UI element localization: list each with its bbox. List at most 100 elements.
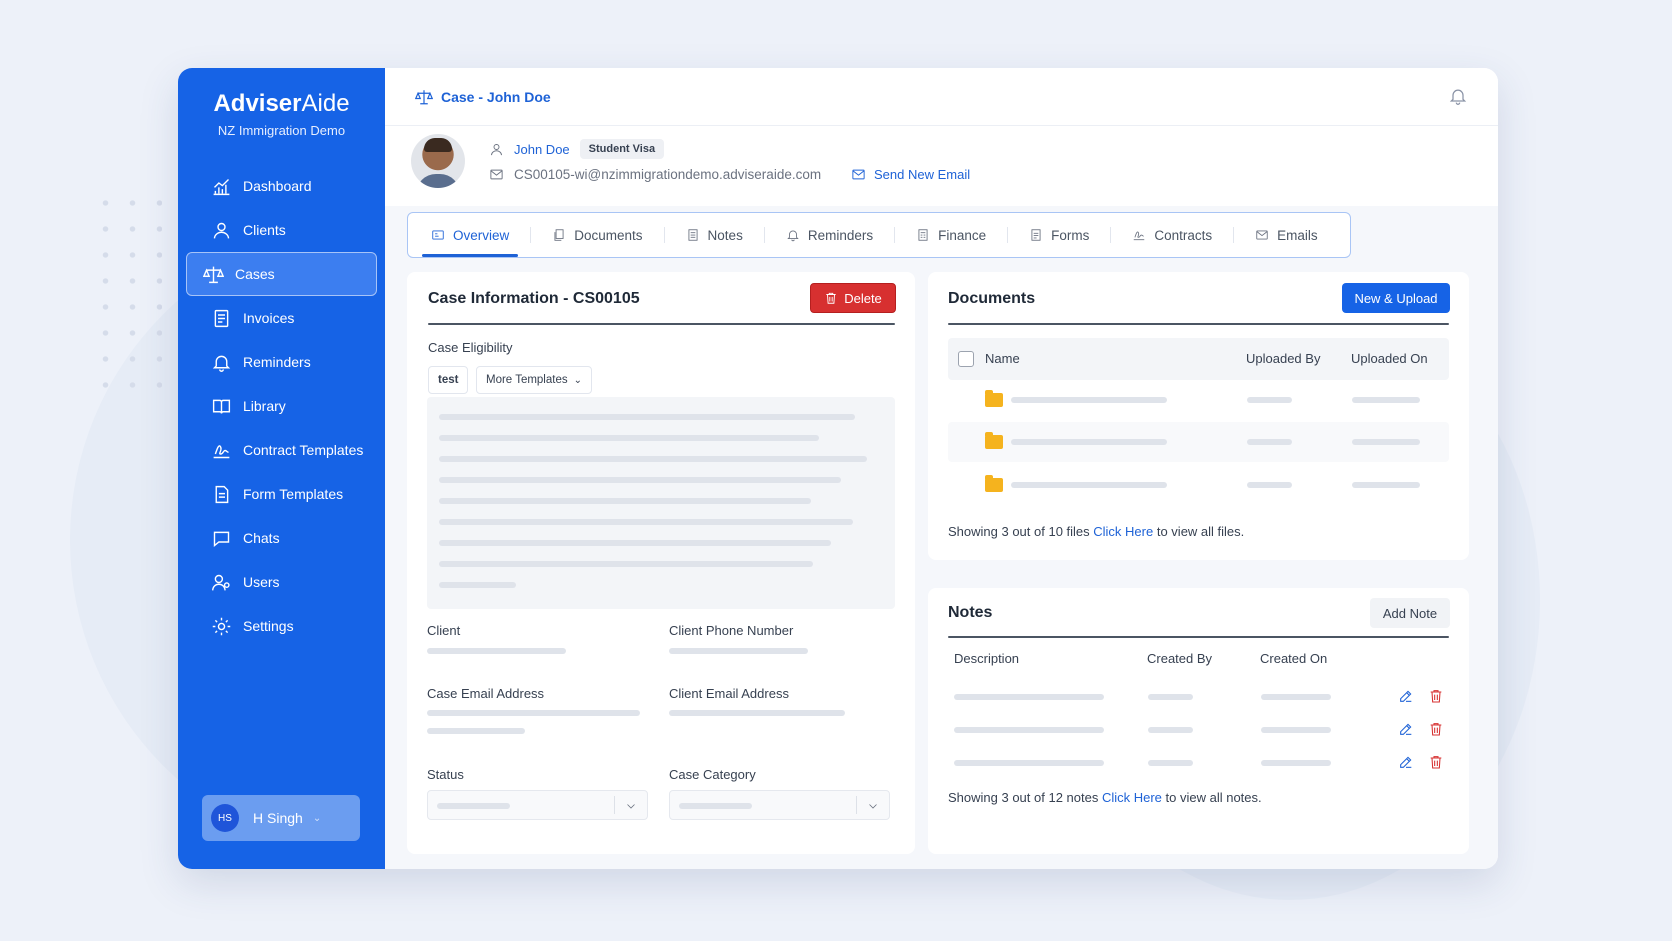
signature-icon (1134, 231, 1145, 241)
chat-icon (210, 527, 232, 549)
mail-icon (852, 169, 865, 180)
placeholder-line (439, 456, 867, 462)
client-label: Client (427, 623, 461, 638)
tab-divider (530, 227, 532, 243)
column-description: Description (954, 651, 1020, 666)
client-photo (411, 134, 465, 188)
trash-icon[interactable] (1428, 721, 1444, 737)
tab-divider (763, 227, 765, 243)
new-upload-button[interactable]: New & Upload (1342, 283, 1450, 313)
created-on-placeholder (1261, 727, 1331, 733)
sidebar-item-dashboard[interactable]: Dashboard (186, 164, 377, 208)
created-by-placeholder (1148, 727, 1193, 733)
sidebar-item-chats[interactable]: Chats (186, 516, 377, 560)
column-uploaded-by: Uploaded By (1246, 351, 1321, 366)
edit-icon[interactable] (1398, 754, 1414, 770)
form-icon (210, 483, 232, 505)
note-description-placeholder (954, 694, 1104, 700)
view-all-notes-link[interactable]: Click Here (1102, 790, 1162, 805)
brand: AdviserAide NZ Immigration Demo (178, 68, 385, 138)
more-templates-dropdown[interactable]: More Templates ⌄ (476, 366, 592, 394)
main-content: Case - John Doe John Doe Student Visa CS… (385, 68, 1498, 869)
note-row (948, 713, 1449, 747)
signature-icon (210, 439, 232, 461)
sidebar-item-contract-templates[interactable]: Contract Templates (186, 428, 377, 472)
note-description-placeholder (954, 727, 1104, 733)
tab-divider (1110, 227, 1112, 243)
status-select[interactable] (427, 790, 648, 820)
client-name-link[interactable]: John Doe (514, 142, 570, 157)
trash-icon[interactable] (1428, 688, 1444, 704)
note-row (948, 680, 1449, 714)
tab-label: Forms (1051, 227, 1090, 243)
tab-emails[interactable]: Emails (1242, 213, 1331, 257)
add-note-button[interactable]: Add Note (1370, 598, 1450, 628)
footer-text: to view all files. (1153, 524, 1245, 539)
book-icon (210, 395, 232, 417)
user-menu[interactable]: HS H Singh ⌄ (202, 795, 360, 841)
view-all-files-link[interactable]: Click Here (1093, 524, 1153, 539)
edit-icon[interactable] (1398, 721, 1414, 737)
documents-table-header: Name Uploaded By Uploaded On (948, 338, 1449, 380)
document-row[interactable] (948, 465, 1449, 505)
chart-icon (210, 175, 232, 197)
template-chip-test[interactable]: test (428, 366, 469, 394)
placeholder-line (439, 498, 811, 504)
tab-contracts[interactable]: Contracts (1119, 213, 1225, 257)
case-eligibility-editor[interactable] (427, 397, 895, 609)
tab-divider (1007, 227, 1009, 243)
edit-icon[interactable] (1398, 688, 1414, 704)
sidebar-item-clients[interactable]: Clients (186, 208, 377, 252)
gear-icon (210, 615, 232, 637)
case-email-placeholder (427, 710, 640, 716)
tab-finance[interactable]: Finance (903, 213, 999, 257)
avatar: HS (211, 804, 239, 832)
tab-reminders[interactable]: Reminders (773, 213, 886, 257)
client-phone-label: Client Phone Number (669, 623, 794, 638)
sidebar-item-invoices[interactable]: Invoices (186, 296, 377, 340)
chevron-down-icon: ⌄ (312, 812, 322, 824)
trash-icon[interactable] (1428, 754, 1444, 770)
select-divider (614, 796, 615, 814)
placeholder-line (439, 561, 813, 567)
select-value-placeholder (679, 803, 752, 809)
sidebar-item-label: Library (243, 398, 286, 414)
delete-button[interactable]: Delete (810, 283, 896, 313)
placeholder-line (439, 477, 841, 483)
sidebar-item-library[interactable]: Library (186, 384, 377, 428)
notes-icon (688, 229, 698, 241)
sidebar-item-reminders[interactable]: Reminders (186, 340, 377, 384)
mail-icon (490, 169, 503, 180)
tab-overview[interactable]: Overview (418, 213, 522, 257)
documents-card: Documents New & Upload Name Uploaded By … (928, 272, 1469, 560)
client-email-placeholder (669, 710, 845, 716)
user-icon (210, 219, 232, 241)
sidebar-item-cases[interactable]: Cases (186, 252, 377, 296)
sidebar-item-settings[interactable]: Settings (186, 604, 377, 648)
uploaded-by-placeholder (1247, 397, 1292, 403)
document-row[interactable] (948, 422, 1449, 462)
chevron-down-icon (869, 804, 877, 809)
case-category-select[interactable] (669, 790, 890, 820)
placeholder-line (439, 435, 819, 441)
tab-label: Overview (453, 227, 510, 243)
created-on-placeholder (1261, 760, 1331, 766)
invoice-icon (210, 307, 232, 329)
user-name: H Singh (253, 810, 303, 826)
tab-notes[interactable]: Notes (673, 213, 756, 257)
sidebar-item-label: Invoices (243, 310, 295, 326)
client-value-placeholder (427, 648, 566, 654)
send-email-link[interactable]: Send New Email (851, 167, 970, 182)
select-value-placeholder (437, 803, 510, 809)
notification-bell-icon[interactable] (1448, 86, 1476, 109)
tab-documents[interactable]: Documents (539, 213, 655, 257)
document-row[interactable] (948, 380, 1449, 420)
created-by-placeholder (1148, 694, 1193, 700)
sidebar-item-label: Dashboard (243, 178, 312, 194)
bell-icon (787, 230, 799, 242)
uploaded-on-placeholder (1352, 439, 1420, 445)
tab-forms[interactable]: Forms (1016, 213, 1102, 257)
sidebar-item-form-templates[interactable]: Form Templates (186, 472, 377, 516)
sidebar-item-users[interactable]: Users (186, 560, 377, 604)
select-all-checkbox[interactable] (958, 351, 974, 367)
